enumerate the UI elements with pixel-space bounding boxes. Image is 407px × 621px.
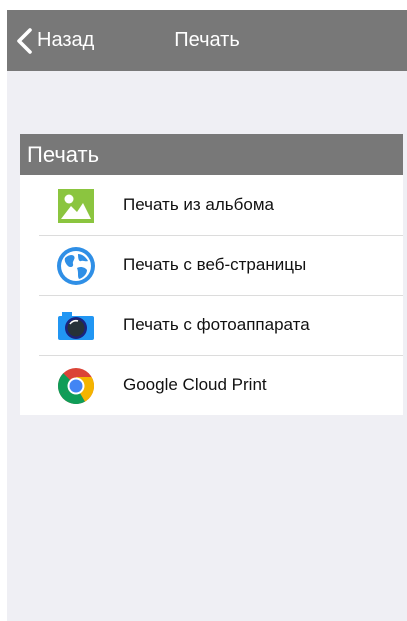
page-title: Печать — [174, 29, 240, 51]
print-from-camera-item[interactable]: Печать с фотоаппарата — [20, 295, 403, 355]
google-cloud-print-item[interactable]: Google Cloud Print — [20, 355, 403, 415]
chrome-icon — [56, 368, 96, 405]
screen: Назад Печать Печать Печать из альбома Пе… — [7, 10, 407, 621]
print-from-web-item[interactable]: Печать с веб-страницы — [20, 235, 403, 295]
google-cloud-print-label: Google Cloud Print — [123, 375, 267, 394]
print-options-list: Печать из альбома Печать с веб-страницы — [20, 175, 403, 415]
photo-album-icon — [56, 189, 96, 223]
print-from-album-item[interactable]: Печать из альбома — [20, 175, 403, 235]
section-header: Печать — [20, 134, 403, 175]
navigation-bar: Назад Печать — [7, 10, 407, 71]
print-from-web-label: Печать с веб-страницы — [123, 255, 307, 274]
print-from-album-label: Печать из альбома — [123, 195, 274, 214]
print-section: Печать Печать из альбома Печать с веб-ст… — [20, 134, 403, 415]
globe-icon — [56, 247, 96, 285]
print-from-camera-label: Печать с фотоаппарата — [123, 315, 310, 334]
camera-icon — [56, 309, 96, 343]
